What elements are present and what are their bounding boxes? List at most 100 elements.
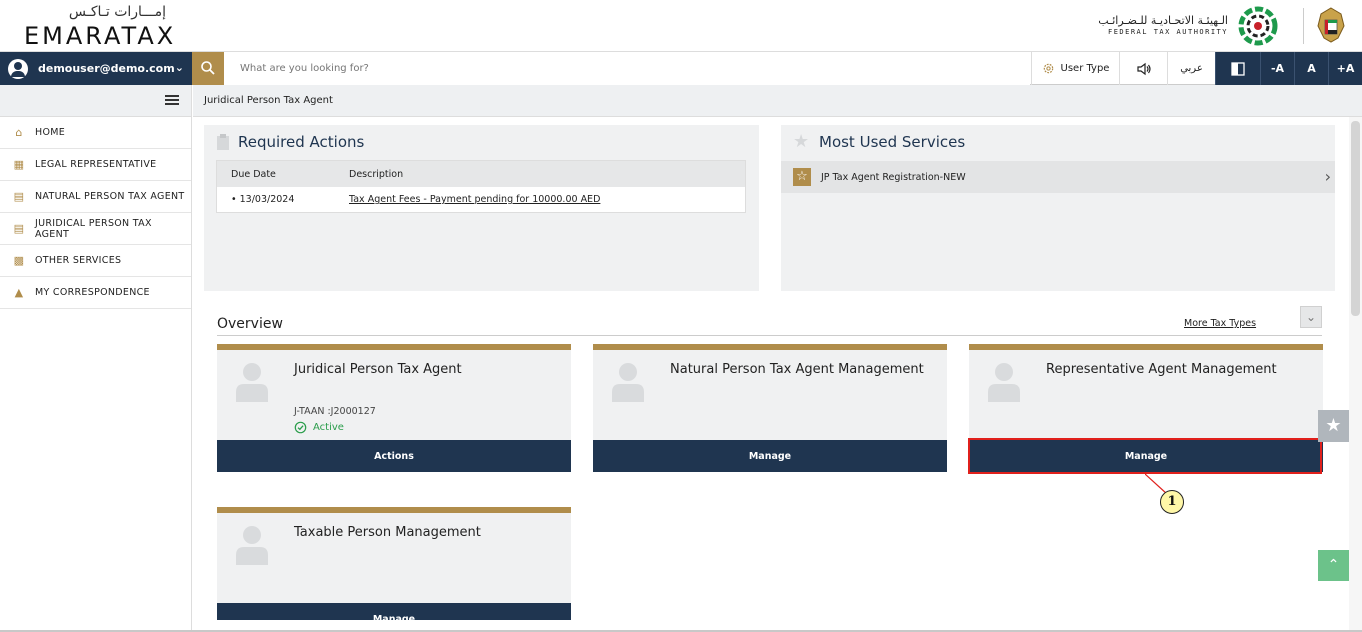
overview-divider <box>217 335 1322 336</box>
column-header-description: Description <box>349 168 404 180</box>
logo-arabic-text: إمـــارات تـاكـس <box>68 4 166 20</box>
required-actions-table: Due Date Description • 13/03/2024 Tax Ag… <box>216 160 746 213</box>
overview-title: Overview <box>217 316 283 332</box>
font-normal-button[interactable]: A <box>1294 52 1328 85</box>
building-icon: ▲ <box>14 285 24 299</box>
search-button[interactable] <box>192 52 224 85</box>
font-increase-button[interactable]: +A <box>1328 52 1362 85</box>
home-icon: ⌂ <box>15 125 23 139</box>
fta-english-text: FEDERAL TAX AUTHORITY <box>1107 28 1228 36</box>
gear-icon <box>1043 63 1053 74</box>
clipboard-icon: ▩ <box>13 253 25 267</box>
required-actions-title: Required Actions <box>216 133 364 151</box>
service-item[interactable]: ☆ JP Tax Agent Registration-NEW › <box>781 161 1335 193</box>
person-avatar-icon <box>236 526 268 565</box>
action-description-link[interactable]: Tax Agent Fees - Payment pending for 100… <box>349 194 745 205</box>
actions-button[interactable]: Actions <box>217 440 571 472</box>
user-type-button[interactable]: User Type <box>1031 52 1119 85</box>
table-header: Due Date Description <box>217 161 745 187</box>
audio-button[interactable] <box>1119 52 1167 85</box>
chevron-down-icon: ⌄ <box>174 61 184 74</box>
overview-card-taxable-person-management: Taxable Person Management Manage <box>217 507 571 620</box>
user-type-label: User Type <box>1060 63 1110 74</box>
card-title: Representative Agent Management <box>1046 362 1277 377</box>
header-divider <box>1303 8 1304 44</box>
star-icon: ★ <box>1325 415 1342 436</box>
highlight-box <box>968 438 1322 474</box>
logo-english-text: EMARATAX <box>24 22 177 50</box>
sidebar-item-other-services[interactable]: ▩ OTHER SERVICES <box>0 245 191 277</box>
status-text: Active <box>313 422 344 433</box>
language-toggle-arabic[interactable]: عربي <box>1167 52 1215 85</box>
font-decrease-button[interactable]: -A <box>1260 52 1294 85</box>
uae-emblem-icon <box>1317 7 1345 43</box>
top-header: إمـــارات تـاكـس EMARATAX الـهيئـة الاتح… <box>0 0 1362 52</box>
user-menu[interactable]: demouser@demo.com ⌄ <box>0 52 192 85</box>
column-header-due-date: Due Date <box>231 168 276 180</box>
id-card-icon: ▤ <box>13 221 25 235</box>
required-actions-panel: Required Actions Due Date Description • … <box>204 125 759 291</box>
sidebar-item-natural-person-tax-agent[interactable]: ▤ NATURAL PERSON TAX AGENT <box>0 181 191 213</box>
person-avatar-icon <box>988 363 1020 402</box>
most-used-services-panel: ★ Most Used Services ☆ JP Tax Agent Regi… <box>781 125 1335 291</box>
sidebar-item-my-correspondence[interactable]: ▲ MY CORRESPONDENCE <box>0 277 191 309</box>
collapse-toggle[interactable]: ⌄ <box>1300 306 1322 328</box>
sidebar-item-home[interactable]: ⌂ HOME <box>0 117 191 149</box>
more-tax-types-link[interactable]: More Tax Types <box>1184 318 1256 329</box>
contrast-icon <box>1231 61 1245 76</box>
overview-card-juridical-person-tax-agent: Juridical Person Tax Agent J-TAAN :J2000… <box>217 344 571 472</box>
emaratax-logo[interactable]: إمـــارات تـاكـس EMARATAX <box>22 4 182 50</box>
card-title: Natural Person Tax Agent Management <box>670 362 924 377</box>
search-input[interactable] <box>224 52 1030 85</box>
card-title: Taxable Person Management <box>294 525 481 540</box>
star-icon: ★ <box>793 131 810 152</box>
due-date-cell: • 13/03/2024 <box>231 194 295 205</box>
favorites-button[interactable]: ★ <box>1318 410 1349 442</box>
fta-arabic-text: الـهيئـة الاتحـاديـة للـضـرائـب <box>1098 14 1228 27</box>
sidebar-item-juridical-person-tax-agent[interactable]: ▤ JURIDICAL PERSON TAX AGENT <box>0 213 191 245</box>
sidebar-item-label: HOME <box>35 127 66 138</box>
manage-button[interactable]: Manage <box>593 440 947 472</box>
search-icon <box>201 61 215 75</box>
person-avatar-icon <box>236 363 268 402</box>
chevron-right-icon[interactable]: › <box>1325 167 1331 186</box>
legal-rep-icon: ▦ <box>13 157 25 171</box>
user-email: demouser@demo.com <box>38 62 175 75</box>
fta-emblem-icon <box>1238 6 1278 46</box>
sidebar: ⌂ HOME ▦ LEGAL REPRESENTATIVE ▤ NATURAL … <box>0 85 192 632</box>
page-scrollbar[interactable] <box>1349 117 1362 632</box>
sidebar-item-label: LEGAL REPRESENTATIVE <box>35 159 157 170</box>
person-avatar-icon <box>612 363 644 402</box>
manage-button[interactable]: Manage <box>217 603 571 620</box>
sidebar-item-label: OTHER SERVICES <box>35 255 122 266</box>
service-item-label: JP Tax Agent Registration-NEW <box>821 171 966 183</box>
required-actions-title-text: Required Actions <box>238 133 365 151</box>
contrast-button[interactable] <box>1215 52 1260 85</box>
user-avatar-icon <box>8 58 28 79</box>
fta-logo: الـهيئـة الاتحـاديـة للـضـرائـب FEDERAL … <box>1068 6 1288 46</box>
breadcrumb: Juridical Person Tax Agent <box>193 85 1362 117</box>
card-tax-agent-number: J-TAAN :J2000127 <box>294 406 376 417</box>
hamburger-menu-icon[interactable] <box>165 95 179 105</box>
double-chevron-up-icon: ⌃ <box>1327 557 1340 573</box>
toolbar: demouser@demo.com ⌄ User Type عربي -A A … <box>0 52 1362 85</box>
speaker-icon <box>1136 62 1151 75</box>
scrollbar-thumb[interactable] <box>1351 121 1360 316</box>
check-circle-icon <box>294 421 307 434</box>
card-title: Juridical Person Tax Agent <box>294 362 462 377</box>
most-used-services-title-text: Most Used Services <box>819 133 966 151</box>
sidebar-item-legal-representative[interactable]: ▦ LEGAL REPRESENTATIVE <box>0 149 191 181</box>
sidebar-item-label: MY CORRESPONDENCE <box>35 287 150 298</box>
star-icon: ☆ <box>793 168 811 186</box>
sidebar-item-label: JURIDICAL PERSON TAX AGENT <box>35 217 152 240</box>
most-used-services-title: ★ Most Used Services <box>793 131 966 152</box>
overview-card-natural-person-tax-agent-management: Natural Person Tax Agent Management Mana… <box>593 344 947 472</box>
chevron-down-icon: ⌄ <box>1305 310 1317 324</box>
sidebar-item-label: NATURAL PERSON TAX AGENT <box>35 191 185 202</box>
sidebar-header <box>0 85 191 117</box>
clipboard-icon <box>217 134 229 150</box>
table-row: • 13/03/2024 Tax Agent Fees - Payment pe… <box>217 187 745 212</box>
id-card-icon: ▤ <box>13 189 25 203</box>
status-badge: Active <box>294 421 344 434</box>
scroll-to-top-button[interactable]: ⌃ <box>1318 550 1349 581</box>
